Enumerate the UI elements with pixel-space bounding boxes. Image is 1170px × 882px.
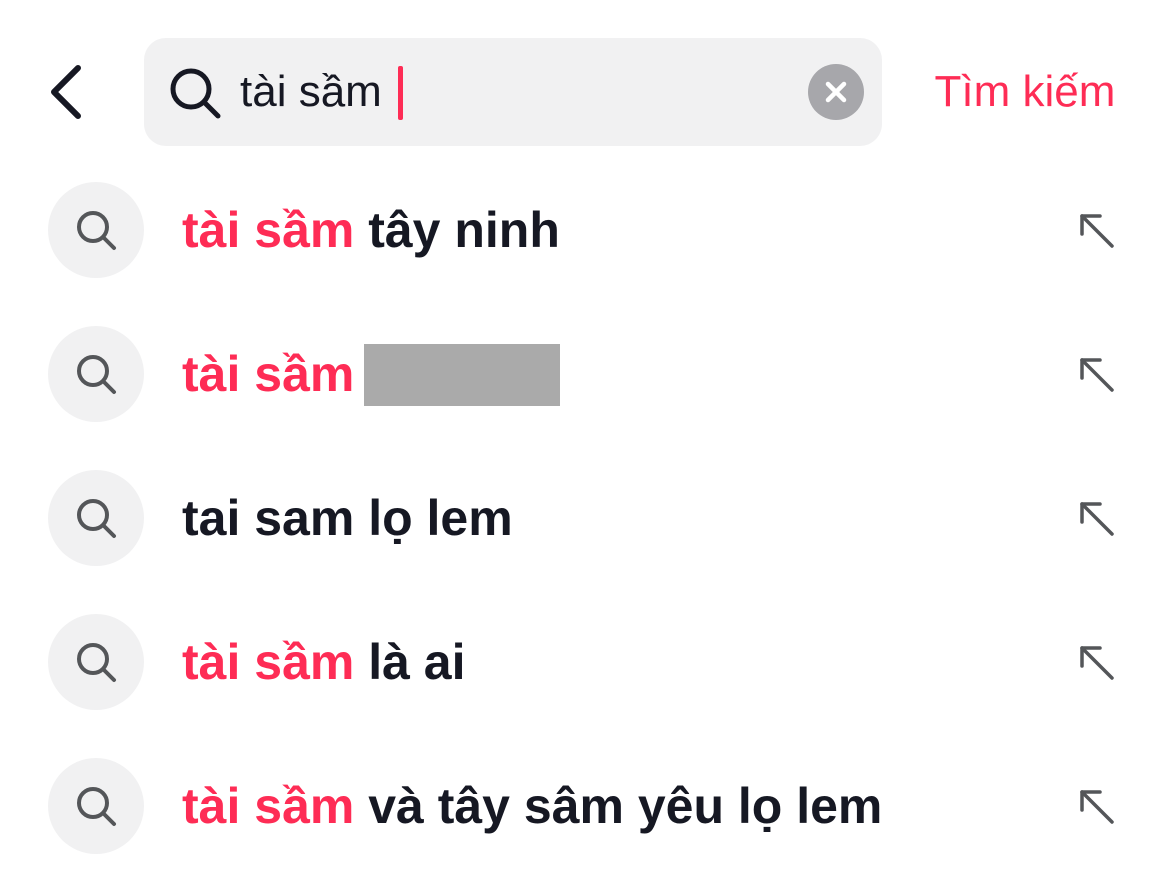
suggestion-item[interactable]: tài sầm là ai	[0, 590, 1170, 734]
chevron-left-icon	[51, 65, 81, 119]
suggestion-search-icon-circle	[48, 758, 144, 854]
suggestion-highlight: tài sầm	[182, 778, 355, 834]
suggestion-text: tài sầm và tây sâm yêu lọ lem	[182, 770, 882, 842]
suggestion-item[interactable]: tai sam lọ lem	[0, 446, 1170, 590]
arrow-up-left-icon	[1080, 214, 1114, 248]
search-icon	[77, 787, 116, 826]
arrow-up-left-icon	[1080, 646, 1114, 680]
search-field[interactable]: tài sầm	[144, 38, 882, 146]
suggestion-rest: tai sam lọ lem	[182, 490, 513, 546]
suggestion-highlight: tài sầm	[182, 202, 355, 258]
search-page: tài sầm Tìm kiếm tài sầm tây ninh tài sầ…	[0, 0, 1170, 882]
search-icon	[77, 499, 116, 538]
search-icon	[77, 355, 116, 394]
arrow-up-left-icon	[1080, 502, 1114, 536]
clear-search-button[interactable]	[808, 64, 864, 120]
suggestion-rest: tây ninh	[354, 202, 560, 258]
suggestion-text: tài sầm	[182, 338, 561, 410]
search-submit-button[interactable]: Tìm kiếm	[920, 56, 1130, 128]
suggestion-item[interactable]: tài sầm	[0, 302, 1170, 446]
suggestion-item[interactable]: tài sầm tây ninh	[0, 158, 1170, 302]
suggestion-text: tài sầm tây ninh	[182, 194, 560, 266]
suggestion-highlight: tài sầm	[182, 634, 355, 690]
suggestion-search-icon-circle	[48, 326, 144, 422]
fill-query-button[interactable]	[1068, 202, 1126, 260]
fill-query-button[interactable]	[1068, 634, 1126, 692]
suggestion-search-icon-circle	[48, 182, 144, 278]
search-icon	[77, 643, 116, 682]
text-caret	[398, 66, 403, 120]
arrow-up-left-icon	[1080, 358, 1114, 392]
redacted-text	[364, 343, 561, 406]
suggestion-search-icon-circle	[48, 470, 144, 566]
search-header: tài sầm Tìm kiếm	[0, 0, 1170, 160]
arrow-up-left-icon	[1080, 790, 1114, 824]
fill-query-button[interactable]	[1068, 346, 1126, 404]
suggestion-rest: và tây sâm yêu lọ lem	[354, 778, 883, 834]
search-icon	[170, 68, 221, 119]
suggestion-text: tài sầm là ai	[182, 626, 466, 698]
suggestion-search-icon-circle	[48, 614, 144, 710]
back-button[interactable]	[30, 52, 102, 132]
suggestion-highlight: tài sầm	[182, 346, 355, 402]
close-icon	[825, 81, 847, 103]
suggestion-item[interactable]: tài sầm và tây sâm yêu lọ lem	[0, 734, 1170, 878]
fill-query-button[interactable]	[1068, 490, 1126, 548]
search-icon	[77, 211, 116, 250]
search-input[interactable]: tài sầm	[240, 60, 382, 124]
suggestion-text: tai sam lọ lem	[182, 482, 513, 554]
suggestion-list: tài sầm tây ninh tài sầm tai sam lọ lem …	[0, 158, 1170, 878]
fill-query-button[interactable]	[1068, 778, 1126, 836]
suggestion-rest: là ai	[354, 634, 466, 690]
